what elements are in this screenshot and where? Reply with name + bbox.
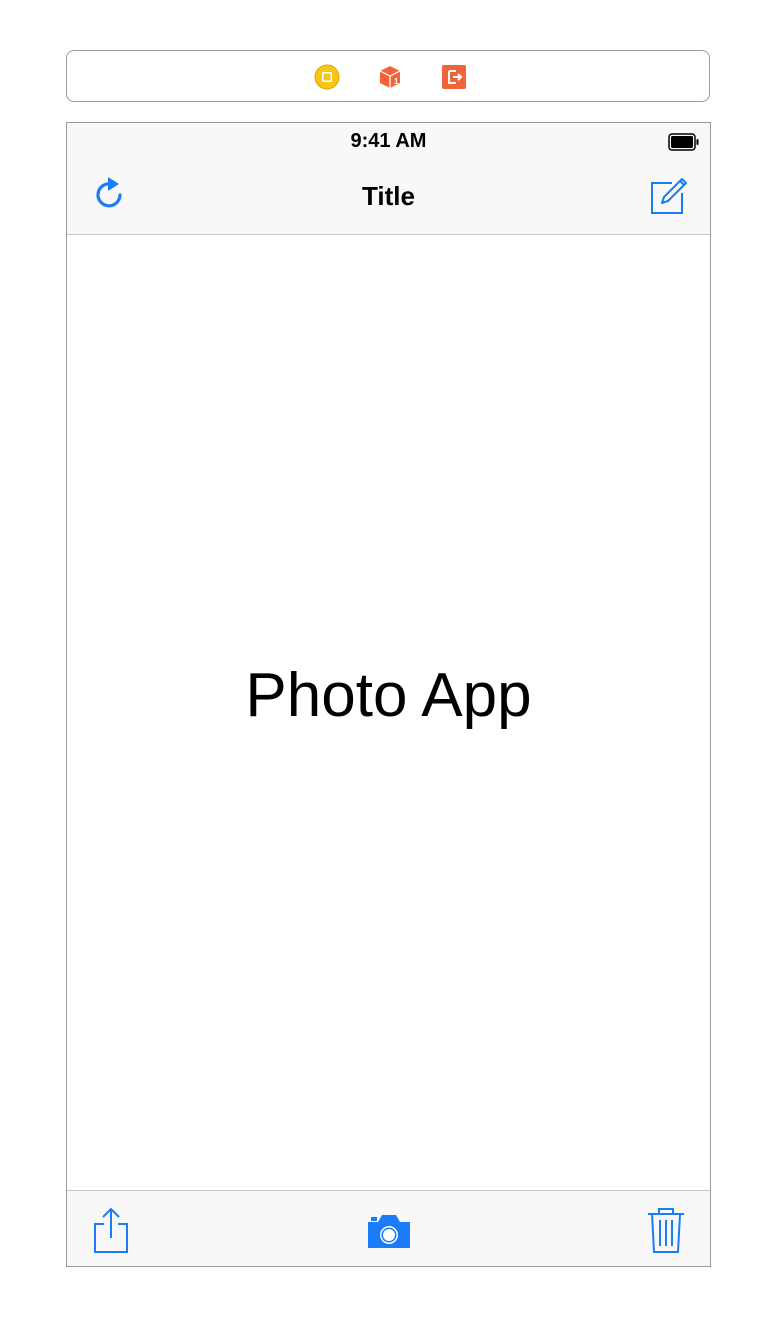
share-icon	[87, 1206, 135, 1254]
svg-text:1: 1	[394, 77, 399, 86]
iphone-canvas: 9:41 AM Title Photo App	[66, 122, 711, 1267]
status-bar: 9:41 AM	[67, 123, 710, 159]
first-responder-icon[interactable]: 1	[377, 64, 403, 90]
main-view: Photo App	[67, 235, 710, 1190]
compose-button[interactable]	[648, 175, 688, 215]
compose-icon	[648, 175, 688, 215]
camera-button[interactable]	[364, 1206, 412, 1254]
bottom-toolbar	[67, 1190, 710, 1266]
status-time: 9:41 AM	[350, 130, 427, 152]
camera-icon	[364, 1206, 412, 1254]
trash-icon	[642, 1206, 690, 1254]
battery-icon	[668, 133, 699, 151]
scene-dock: 1	[66, 50, 710, 102]
app-label: Photo App	[245, 661, 532, 730]
share-button[interactable]	[87, 1206, 135, 1254]
navigation-bar: Title	[67, 159, 710, 235]
trash-button[interactable]	[642, 1206, 690, 1254]
nav-title: Title	[362, 181, 415, 211]
view-controller-icon[interactable]	[314, 64, 340, 90]
exit-icon[interactable]	[441, 64, 467, 90]
